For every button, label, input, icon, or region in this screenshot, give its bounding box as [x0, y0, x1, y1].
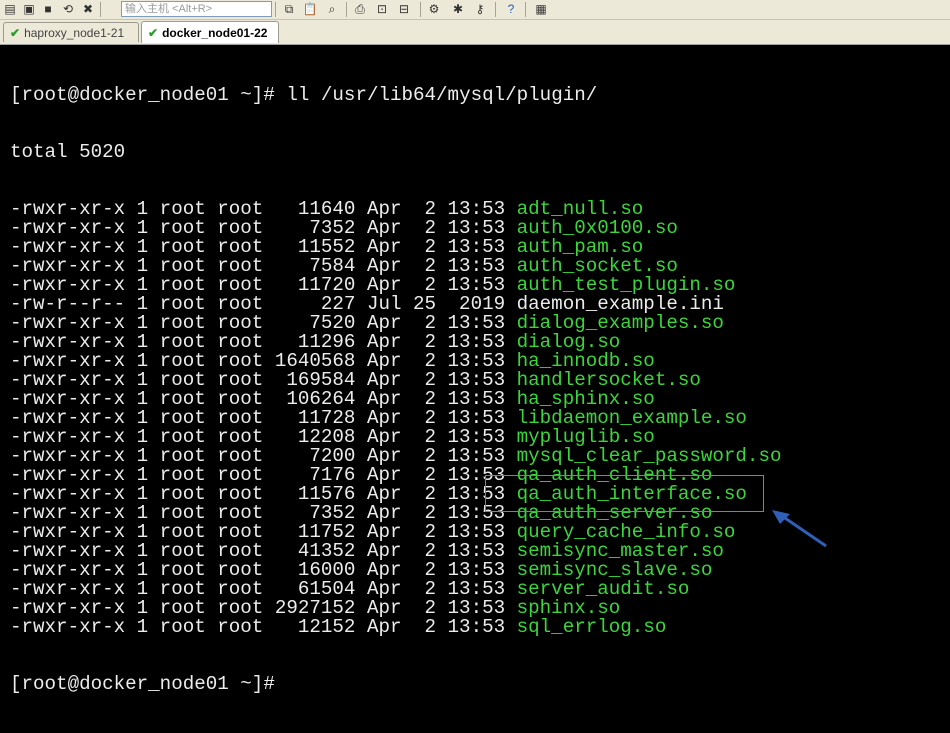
tab-haproxy-node1[interactable]: ✔ haproxy_node1-21: [3, 22, 139, 42]
final-prompt-line: [root@docker_node01 ~]#: [10, 673, 781, 695]
session-tab-bar: ✔ haproxy_node1-21 ✔ docker_node01-22: [0, 20, 950, 45]
shell-prompt: [root@docker_node01 ~]#: [10, 673, 287, 695]
shell-prompt: [root@docker_node01 ~]#: [10, 84, 287, 106]
file-listing: -rwxr-xr-x 1 root root 11640 Apr 2 13:53…: [10, 199, 781, 638]
listing-row: -rwxr-xr-x 1 root root 12152 Apr 2 13:53…: [10, 616, 781, 638]
key-icon[interactable]: ⚷: [472, 1, 488, 17]
toolbar: ▤ ▣ ■ ⟲ ✖ 输入主机 <Alt+R> ⧉ 📋 ⌕ ⎙ ⊡ ⊟ ⚙ ✱ ⚷…: [0, 0, 950, 20]
toolbar-separator: [100, 2, 101, 17]
tab-docker-node01[interactable]: ✔ docker_node01-22: [141, 21, 279, 43]
print-preview-icon[interactable]: ⊡: [374, 1, 390, 17]
connected-check-icon: ✔: [10, 25, 21, 40]
toolbar-separator: [525, 2, 526, 17]
file-name: sql_errlog.so: [516, 616, 667, 638]
copy-icon[interactable]: ⧉: [281, 1, 297, 17]
tab-label: haproxy_node1-21: [24, 25, 125, 40]
terminal-text: [root@docker_node01 ~]# ll /usr/lib64/my…: [10, 48, 781, 732]
toolbar-separator: [495, 2, 496, 17]
command-line: [root@docker_node01 ~]# ll /usr/lib64/my…: [10, 84, 781, 106]
settings-icon[interactable]: ⊟: [396, 1, 412, 17]
sftp-icon[interactable]: ▦: [533, 1, 549, 17]
paste-icon[interactable]: 📋: [302, 1, 318, 17]
open-icon[interactable]: ▣: [21, 1, 37, 17]
file-meta: -rwxr-xr-x 1 root root 12152 Apr 2 13:53: [10, 616, 517, 638]
help-icon[interactable]: ?: [503, 1, 519, 17]
tools-icon[interactable]: ✱: [450, 1, 466, 17]
highlight-box: [485, 475, 764, 512]
total-line: total 5020: [10, 141, 126, 163]
terminal-output[interactable]: [root@docker_node01 ~]# ll /usr/lib64/my…: [0, 46, 950, 694]
toolbar-separator: [346, 2, 347, 17]
command-text: ll /usr/lib64/mysql/plugin/: [286, 84, 598, 106]
toolbar-separator: [420, 2, 421, 17]
tab-label: docker_node01-22: [162, 25, 268, 40]
pointer-arrow-icon: [772, 510, 827, 548]
print-icon[interactable]: ⎙: [352, 1, 368, 17]
save-icon[interactable]: ■: [40, 1, 56, 17]
new-session-icon[interactable]: ▤: [2, 1, 18, 17]
connected-check-icon: ✔: [148, 25, 159, 40]
find-icon[interactable]: ⌕: [324, 1, 340, 17]
host-input[interactable]: 输入主机 <Alt+R>: [121, 1, 272, 17]
disconnect-icon[interactable]: ✖: [80, 1, 96, 17]
keymap-icon[interactable]: ⚙: [426, 1, 442, 17]
toolbar-separator: [275, 2, 276, 17]
reconnect-icon[interactable]: ⟲: [60, 1, 76, 17]
